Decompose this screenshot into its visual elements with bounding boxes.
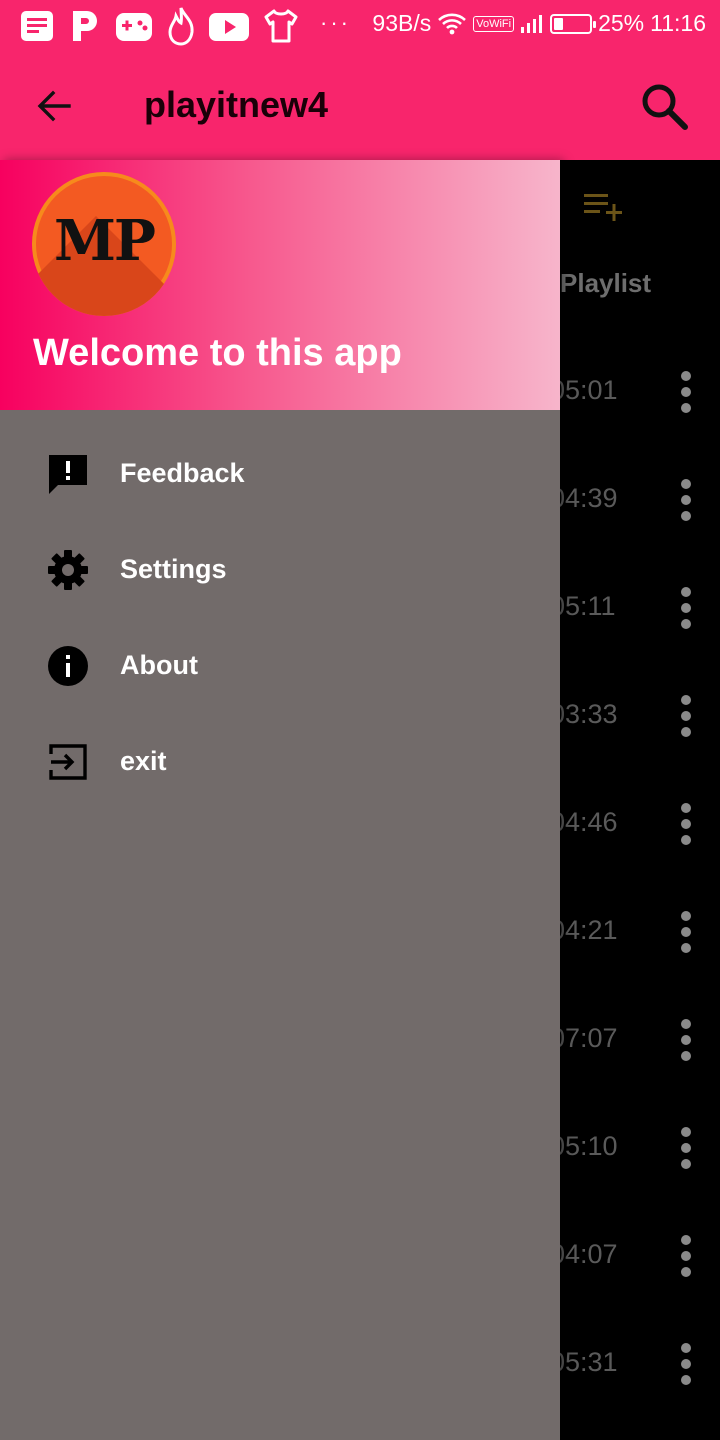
more-dot	[681, 695, 691, 705]
exit-icon	[46, 740, 90, 784]
status-bar: ··· 93B/s VoWiFi 25% 11:16	[0, 0, 720, 52]
song-duration: 07:07	[550, 1023, 618, 1053]
more-dot	[681, 711, 691, 721]
more-dot	[681, 1359, 691, 1369]
song-duration: 05:10	[550, 1131, 618, 1161]
more-dot	[681, 1375, 691, 1385]
youtube-icon	[209, 13, 249, 41]
more-dot	[681, 927, 691, 937]
status-right: 93B/s VoWiFi 25% 11:16	[372, 10, 706, 37]
arrow-left-icon	[37, 90, 71, 122]
more-vert-icon[interactable]	[670, 1228, 702, 1284]
playlist-add-icon	[584, 194, 622, 221]
more-dot	[681, 911, 691, 921]
song-duration: 04:21	[550, 915, 618, 945]
more-dot	[681, 1127, 691, 1137]
wifi-icon	[438, 13, 467, 34]
more-dot	[681, 819, 691, 829]
notification-icons	[18, 6, 300, 46]
more-vert-icon[interactable]	[670, 688, 702, 744]
more-vert-icon[interactable]	[670, 1012, 702, 1068]
gear-icon	[46, 548, 90, 592]
net-speed: 93B/s	[372, 10, 432, 36]
more-dot	[681, 1019, 691, 1029]
more-vert-icon[interactable]	[670, 1336, 702, 1392]
search-button[interactable]	[636, 78, 692, 134]
more-dot	[681, 1051, 691, 1061]
more-dot	[681, 403, 691, 413]
more-dot	[681, 371, 691, 381]
song-duration: 04:46	[550, 807, 618, 837]
song-duration: 05:01	[550, 375, 618, 405]
more-dot	[681, 1035, 691, 1045]
song-duration: 04:39	[550, 483, 618, 513]
more-dot	[681, 803, 691, 813]
song-duration: 04:07	[550, 1239, 618, 1269]
more-vert-icon[interactable]	[670, 472, 702, 528]
more-dot	[681, 495, 691, 505]
more-dot	[681, 835, 691, 845]
notes-icon	[21, 11, 53, 41]
signal-icon	[521, 14, 543, 33]
fire-icon	[168, 7, 194, 46]
more-dot	[681, 943, 691, 953]
more-vert-icon[interactable]	[670, 796, 702, 852]
more-dot	[681, 387, 691, 397]
song-duration: 03:33	[550, 699, 618, 729]
menu-label-exit: exit	[120, 746, 167, 776]
menu-item-exit[interactable]: exit	[0, 716, 560, 812]
avatar-logo-text: MP	[53, 208, 156, 274]
p-app-icon	[73, 11, 97, 41]
vowifi-badge: VoWiFi	[473, 15, 515, 32]
playlist-label: Playlist	[560, 268, 652, 298]
welcome-text: Welcome to this app	[33, 332, 402, 374]
battery-icon	[550, 13, 597, 34]
more-dot	[681, 619, 691, 629]
more-dot	[681, 603, 691, 613]
app-bar: playitnew4	[0, 52, 720, 160]
more-vert-icon[interactable]	[670, 580, 702, 636]
more-dot	[681, 587, 691, 597]
menu-item-settings[interactable]: Settings	[0, 524, 560, 620]
navigation-drawer: MP Welcome to this app Feedback Settings…	[0, 160, 560, 1440]
menu-item-feedback[interactable]: Feedback	[0, 428, 560, 524]
search-icon	[642, 84, 688, 130]
tshirt-icon	[264, 9, 298, 43]
drawer-header: MP Welcome to this app	[0, 160, 560, 410]
song-duration: 05:31	[550, 1347, 618, 1377]
more-dot	[681, 479, 691, 489]
menu-label-feedback: Feedback	[120, 458, 245, 488]
more-dot	[681, 1159, 691, 1169]
more-dot	[681, 1267, 691, 1277]
more-dot	[681, 1235, 691, 1245]
battery-fill	[554, 17, 564, 30]
battery-percent: 25%	[598, 10, 645, 36]
info-icon	[46, 644, 90, 688]
more-dot	[681, 1143, 691, 1153]
more-vert-icon[interactable]	[670, 364, 702, 420]
clock: 11:16	[650, 10, 706, 36]
more-dot	[681, 1251, 691, 1261]
menu-item-about[interactable]: About	[0, 620, 560, 716]
more-dot	[681, 727, 691, 737]
more-dot	[681, 511, 691, 521]
more-vert-icon[interactable]	[670, 1120, 702, 1176]
avatar: MP	[32, 172, 176, 316]
menu-label-settings: Settings	[120, 554, 227, 584]
overflow-notifications: ···	[320, 10, 351, 35]
back-button[interactable]	[30, 82, 78, 130]
game-controller-icon	[116, 13, 152, 41]
app-title: playitnew4	[144, 84, 329, 125]
more-vert-icon[interactable]	[670, 904, 702, 960]
feedback-icon	[46, 452, 90, 496]
more-dot	[681, 1343, 691, 1353]
menu-label-about: About	[120, 650, 198, 680]
